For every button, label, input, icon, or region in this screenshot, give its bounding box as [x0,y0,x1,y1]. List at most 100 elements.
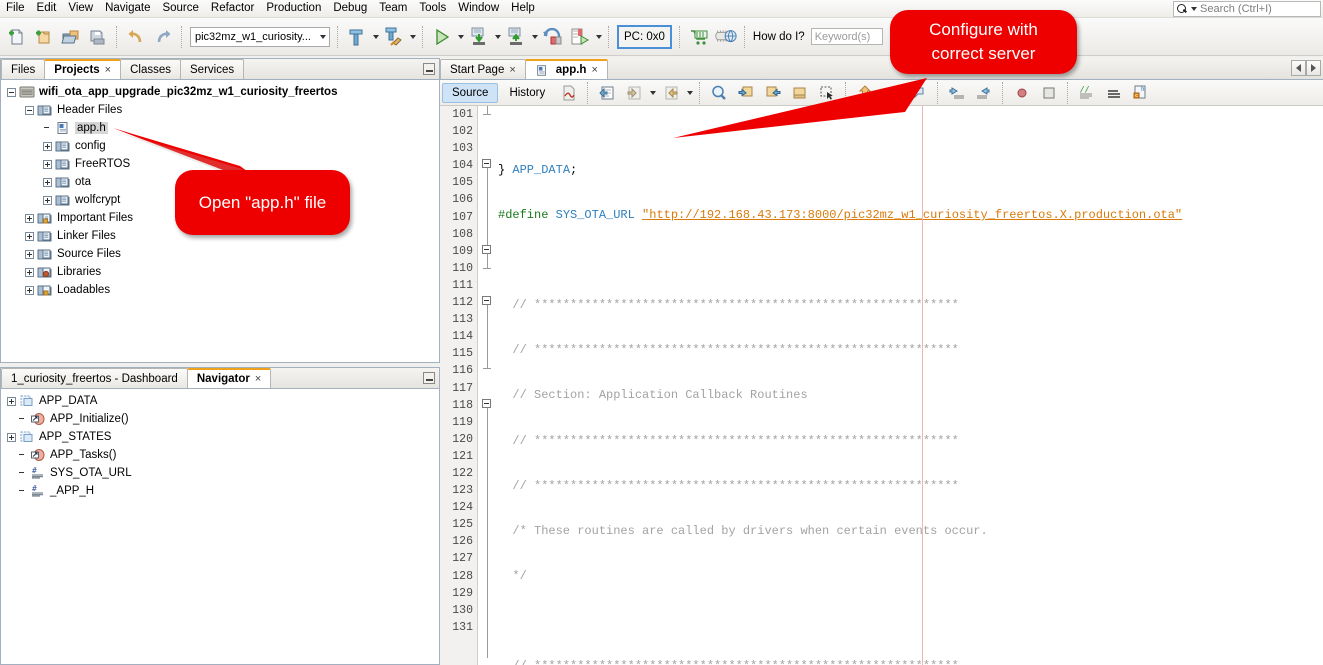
menu-item-edit[interactable]: Edit [31,1,63,16]
program-counter-display[interactable]: PC: 0x0 [617,24,672,49]
tree-item-project-root[interactable]: wifi_ota_app_upgrade_pic32mz_w1_curiosit… [5,83,439,101]
tab-navigator[interactable]: Navigator × [186,368,272,388]
expander-plus-icon[interactable] [25,231,34,241]
start-macro-icon[interactable] [1009,80,1035,106]
read-dropdown-arrow[interactable] [530,24,539,50]
build-dropdown-arrow[interactable] [371,24,380,50]
history-view-button[interactable]: History [499,83,555,103]
tab-projects-close-icon[interactable]: × [105,64,111,76]
expander-plus-icon[interactable] [43,141,52,151]
next-diff-icon[interactable] [971,80,997,106]
expander-plus-icon[interactable] [25,267,34,277]
read-device-memory-icon[interactable] [503,24,529,50]
tab-projects[interactable]: Projects × [44,59,122,79]
project-selector[interactable]: pic32mz_w1_curiosity... [190,26,330,47]
expander-plus-icon[interactable] [25,249,34,259]
previous-diff-icon[interactable] [944,80,970,106]
tab-app-h[interactable]: app.h × [524,59,608,79]
fold-collapse-icon[interactable] [482,245,491,254]
previous-bookmark-icon[interactable] [733,80,759,106]
navigator-item-app-tasks[interactable]: APP_Tasks() [5,446,439,464]
forward-icon[interactable] [658,80,684,106]
menu-item-debug[interactable]: Debug [327,1,373,16]
expander-plus-icon[interactable] [7,432,16,442]
tab-files[interactable]: Files [1,59,46,79]
menu-item-help[interactable]: Help [505,1,541,16]
tree-item-app-h[interactable]: app.h [5,119,439,137]
tab-app-h-close-icon[interactable]: × [591,64,597,76]
tab-dashboard[interactable]: 1_curiosity_freertos - Dashboard [1,368,188,388]
clean-and-build-icon[interactable] [381,24,407,50]
open-project-icon[interactable] [58,24,84,50]
tree-item-loadables[interactable]: Loadables [5,281,439,299]
inspect-icon[interactable] [1101,80,1127,106]
export-pdf-icon[interactable] [556,80,582,106]
menu-item-source[interactable]: Source [156,1,204,16]
expander-minus-icon[interactable] [7,87,16,97]
menu-item-tools[interactable]: Tools [413,1,452,16]
navigator-item-sys-ota-url[interactable]: # SYS_OTA_URL [5,464,439,482]
clean-build-dropdown-arrow[interactable] [408,24,417,50]
shift-right-icon[interactable] [879,80,905,106]
expander-plus-icon[interactable] [7,396,16,406]
tab-navigator-close-icon[interactable]: × [255,373,261,385]
navigator-item-app-initialize[interactable]: APP_Initialize() [5,410,439,428]
new-file-icon[interactable] [4,24,30,50]
undo-icon[interactable] [123,24,149,50]
code-text[interactable]: } APP_DATA; #define SYS_OTA_URL "http://… [498,106,1323,665]
menu-item-refactor[interactable]: Refactor [205,1,260,16]
rectangular-selection-icon[interactable] [814,80,840,106]
back-dropdown-arrow[interactable] [648,80,657,106]
toggle-bookmark-icon[interactable] [787,80,813,106]
projects-minimize-button[interactable] [423,63,435,75]
stop-macro-icon[interactable] [1036,80,1062,106]
last-edit-icon[interactable] [594,80,620,106]
forward-dropdown-arrow[interactable] [685,80,694,106]
tab-start-page-close-icon[interactable]: × [509,64,515,76]
menu-item-file[interactable]: File [0,1,31,16]
fold-collapse-icon[interactable] [482,296,491,305]
tree-item-header-files[interactable]: Header Files [5,101,439,119]
new-project-icon[interactable] [31,24,57,50]
program-dropdown-arrow[interactable] [493,24,502,50]
program-device-icon[interactable] [466,24,492,50]
menu-item-view[interactable]: View [62,1,99,16]
mplab-store-icon[interactable] [713,24,739,50]
ota-url-string[interactable]: "http://192.168.43.173:8000/pic32mz_w1_c… [642,208,1182,222]
back-icon[interactable] [621,80,647,106]
editor-tab-scroll-controls[interactable] [1291,60,1321,76]
tab-start-page[interactable]: Start Page × [440,59,526,79]
navigator-minimize-button[interactable] [423,372,435,384]
run-dropdown-arrow[interactable] [456,24,465,50]
debug-dropdown-arrow[interactable] [594,24,603,50]
redo-icon[interactable] [150,24,176,50]
comment-icon[interactable] [906,80,932,106]
expander-plus-icon[interactable] [25,285,34,295]
navigate-header-icon[interactable]: h c [1128,80,1154,106]
shopping-cart-icon[interactable] [686,24,712,50]
tree-item-config[interactable]: config [5,137,439,155]
save-all-icon[interactable] [85,24,111,50]
navigator-item-app-h-macro[interactable]: # _APP_H [5,482,439,500]
navigator-item-app-states[interactable]: APP_STATES [5,428,439,446]
keywords-input[interactable]: Keyword(s) [810,28,883,45]
debug-run-icon[interactable] [567,24,593,50]
menu-item-team[interactable]: Team [373,1,413,16]
build-project-icon[interactable] [344,24,370,50]
tab-scroll-right-button[interactable] [1306,60,1321,76]
search-input[interactable]: Search (Ctrl+I) [1173,1,1321,17]
expander-plus-icon[interactable] [43,195,52,205]
fold-collapse-icon[interactable] [482,399,491,408]
shift-left-icon[interactable] [852,80,878,106]
menu-item-navigate[interactable]: Navigate [99,1,156,16]
expander-plus-icon[interactable] [25,213,34,223]
menu-item-production[interactable]: Production [260,1,327,16]
code-editor[interactable]: 101 102 103 104 105 106 107 108 109 110 … [440,106,1323,665]
code-folding-column[interactable] [479,106,497,665]
tree-item-libraries[interactable]: Libraries [5,263,439,281]
expander-plus-icon[interactable] [43,177,52,187]
run-project-icon[interactable] [429,24,455,50]
refresh-debug-icon[interactable] [540,24,566,50]
find-selection-icon[interactable] [706,80,732,106]
expander-plus-icon[interactable] [43,159,52,169]
